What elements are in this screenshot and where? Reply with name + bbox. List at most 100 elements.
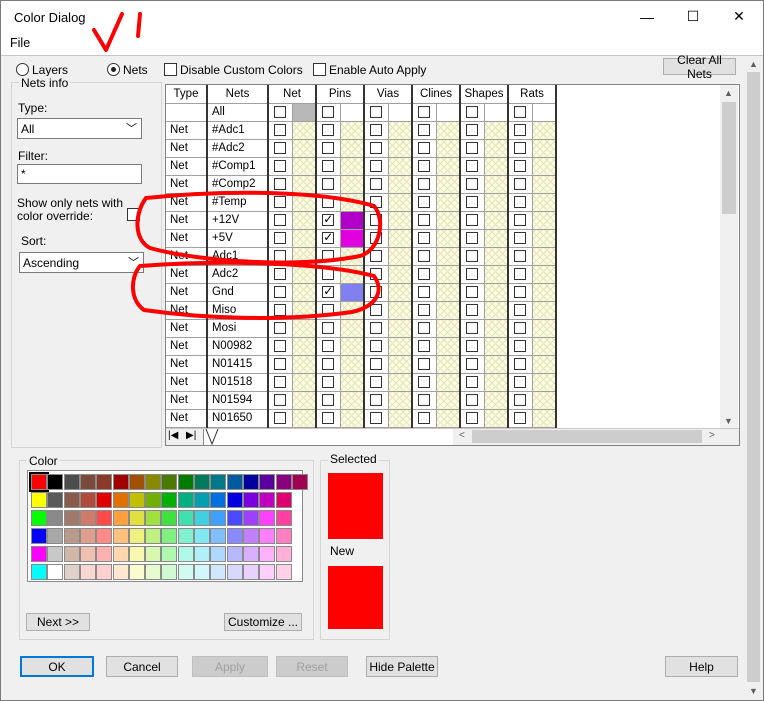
apply-button[interactable]: Apply	[192, 656, 268, 677]
vias-color-cell[interactable]	[388, 373, 413, 392]
shapes-checkbox-cell[interactable]	[460, 283, 485, 302]
pins-color-cell[interactable]	[340, 229, 365, 248]
clines-checkbox[interactable]	[418, 285, 431, 298]
shapes-checkbox-cell[interactable]	[460, 121, 485, 140]
clines-checkbox[interactable]	[418, 411, 431, 424]
palette-swatch[interactable]	[112, 474, 129, 490]
palette-swatch[interactable]	[96, 492, 113, 508]
pins-color-cell[interactable]	[340, 409, 365, 428]
help-button[interactable]: Help	[665, 656, 738, 677]
net-checkbox[interactable]	[274, 123, 287, 136]
pins-color-cell[interactable]	[340, 175, 365, 194]
shapes-checkbox-cell[interactable]	[460, 157, 485, 176]
clines-color-cell[interactable]	[436, 139, 461, 158]
nets-radio[interactable]	[107, 63, 120, 79]
table-row[interactable]: Net Mosi	[166, 319, 719, 338]
palette-swatch[interactable]	[242, 564, 259, 580]
rats-checkbox-cell[interactable]	[508, 103, 533, 122]
scroll-right-icon[interactable]: >	[709, 430, 715, 441]
rats-color-cell[interactable]	[532, 193, 557, 212]
pins-checkbox-cell[interactable]	[316, 211, 341, 230]
vias-checkbox-cell[interactable]	[364, 319, 389, 338]
rats-checkbox-cell[interactable]	[508, 355, 533, 374]
table-row[interactable]: Net N01594	[166, 391, 719, 410]
rats-color-cell[interactable]	[532, 337, 557, 356]
enable-auto-apply-box[interactable]	[313, 63, 326, 76]
palette-swatch[interactable]	[63, 474, 80, 490]
rats-color-cell[interactable]	[532, 265, 557, 284]
vias-color-cell[interactable]	[388, 283, 413, 302]
rats-checkbox-cell[interactable]	[508, 373, 533, 392]
sort-select[interactable]: Ascending ﹀	[19, 252, 144, 273]
palette-swatch[interactable]	[145, 564, 162, 580]
vias-color-cell[interactable]	[388, 139, 413, 158]
rats-checkbox-cell[interactable]	[508, 283, 533, 302]
vias-checkbox-cell[interactable]	[364, 391, 389, 410]
rats-color-cell[interactable]	[532, 247, 557, 266]
palette-swatch[interactable]	[259, 564, 276, 580]
pins-checkbox[interactable]	[322, 393, 335, 406]
palette-swatch[interactable]	[194, 474, 210, 490]
palette-swatch[interactable]	[194, 528, 210, 544]
clines-color-cell[interactable]	[436, 373, 461, 392]
palette-swatch[interactable]	[128, 510, 145, 526]
pins-color-cell[interactable]	[340, 391, 365, 410]
palette-swatch[interactable]	[128, 474, 145, 490]
net-checkbox-cell[interactable]	[268, 337, 293, 356]
vias-color-cell[interactable]	[388, 391, 413, 410]
shapes-color-cell[interactable]	[484, 175, 509, 194]
shapes-checkbox[interactable]	[466, 303, 479, 316]
clines-checkbox[interactable]	[418, 267, 431, 280]
rats-checkbox-cell[interactable]	[508, 229, 533, 248]
col-header-net[interactable]: Net	[268, 85, 317, 104]
palette-swatch[interactable]	[275, 546, 292, 562]
clines-checkbox-cell[interactable]	[412, 211, 437, 230]
rats-checkbox[interactable]	[514, 141, 527, 154]
clines-color-cell[interactable]	[436, 355, 461, 374]
show-only-box[interactable]	[127, 208, 140, 221]
palette-swatch[interactable]	[259, 492, 276, 508]
palette-swatch[interactable]	[96, 564, 113, 580]
rats-checkbox[interactable]	[514, 267, 527, 280]
rats-checkbox[interactable]	[514, 375, 527, 388]
pins-checkbox[interactable]	[322, 375, 335, 388]
vias-checkbox[interactable]	[370, 285, 383, 298]
table-row[interactable]: Net +5V	[166, 229, 719, 248]
dialog-vertical-scroll-thumb[interactable]	[747, 72, 760, 682]
pins-checkbox[interactable]	[322, 123, 335, 136]
table-row[interactable]: All	[166, 103, 719, 122]
net-checkbox[interactable]	[274, 105, 287, 118]
pins-checkbox-cell[interactable]	[316, 373, 341, 392]
rats-checkbox[interactable]	[514, 321, 527, 334]
net-color-cell[interactable]	[292, 247, 317, 266]
clines-color-cell[interactable]	[436, 157, 461, 176]
pins-checkbox[interactable]	[322, 230, 335, 244]
palette-swatch[interactable]	[161, 474, 178, 490]
palette-swatch[interactable]	[291, 474, 308, 490]
palette-swatch[interactable]	[226, 528, 243, 544]
palette-swatch[interactable]	[226, 474, 243, 490]
vias-checkbox-cell[interactable]	[364, 139, 389, 158]
clines-color-cell[interactable]	[436, 121, 461, 140]
col-header-rats[interactable]: Rats	[508, 85, 557, 104]
rats-checkbox-cell[interactable]	[508, 409, 533, 428]
shapes-color-cell[interactable]	[484, 229, 509, 248]
table-row[interactable]: Net #Adc1	[166, 121, 719, 140]
vias-checkbox[interactable]	[370, 357, 383, 370]
net-checkbox[interactable]	[274, 213, 287, 226]
shapes-checkbox[interactable]	[466, 249, 479, 262]
pins-checkbox-cell[interactable]	[316, 283, 341, 302]
clines-checkbox-cell[interactable]	[412, 121, 437, 140]
palette-swatch[interactable]	[79, 492, 96, 508]
scroll-down-icon[interactable]: ▼	[724, 416, 733, 426]
clines-checkbox[interactable]	[418, 141, 431, 154]
palette-swatch[interactable]	[210, 528, 227, 544]
palette-swatch[interactable]	[242, 546, 259, 562]
col-header-clines[interactable]: Clines	[412, 85, 461, 104]
clines-checkbox[interactable]	[418, 195, 431, 208]
net-checkbox[interactable]	[274, 393, 287, 406]
vias-checkbox-cell[interactable]	[364, 193, 389, 212]
table-row[interactable]: Net #Temp	[166, 193, 719, 212]
rats-color-cell[interactable]	[532, 157, 557, 176]
vias-color-cell[interactable]	[388, 193, 413, 212]
